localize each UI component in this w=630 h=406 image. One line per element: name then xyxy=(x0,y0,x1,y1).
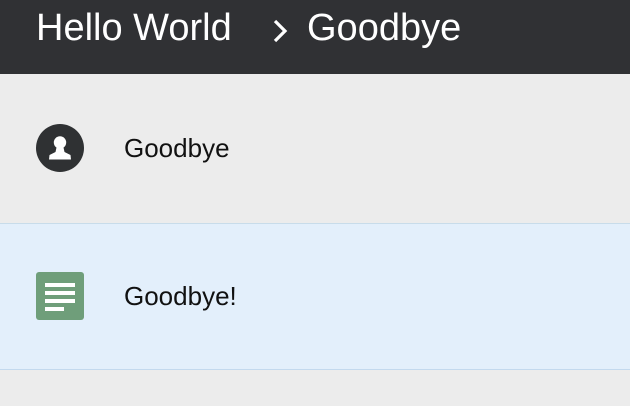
list-item[interactable]: Goodbye xyxy=(0,74,630,224)
breadcrumb-current: Goodbye xyxy=(307,7,462,49)
list-item-label: Goodbye! xyxy=(124,281,237,311)
app-header: Hello World Goodbye xyxy=(0,0,630,74)
item-list: Goodbye Goodbye! xyxy=(0,74,630,406)
chevron-right-icon xyxy=(273,19,288,43)
breadcrumb-root[interactable]: Hello World xyxy=(36,7,232,49)
list-item-label: Goodbye xyxy=(124,133,230,163)
list-item-selected[interactable]: Goodbye! xyxy=(0,224,630,370)
document-icon xyxy=(36,272,84,320)
person-icon xyxy=(36,124,84,172)
